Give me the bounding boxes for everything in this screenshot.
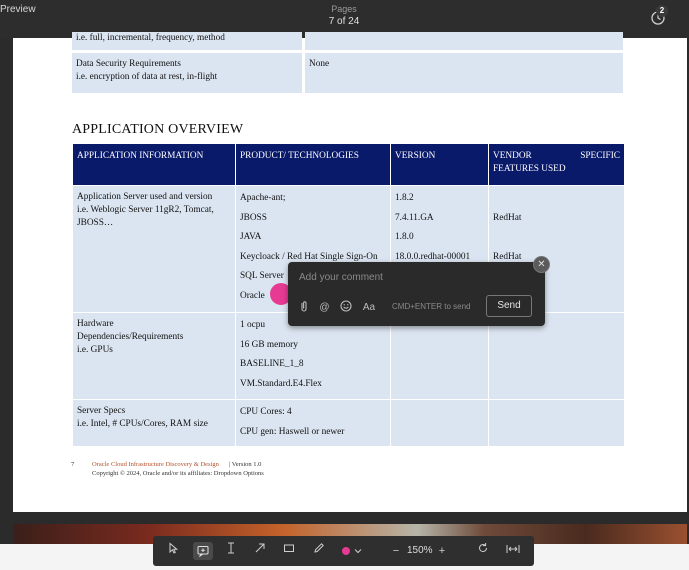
section-title: APPLICATION OVERVIEW [72, 122, 244, 137]
mention-icon[interactable]: @ [318, 302, 331, 313]
pen-tool-icon[interactable] [311, 542, 327, 560]
rotate-icon[interactable] [475, 542, 491, 560]
table-cell: Data Security Requirements i.e. encrypti… [72, 53, 302, 93]
markup-toolbar: − 150% + [153, 536, 534, 566]
vendor-item: RedHat [493, 212, 522, 223]
table-cell: Server Specs i.e. Intel, # CPUs/Cores, R… [73, 400, 235, 446]
comment-input[interactable] [299, 272, 499, 283]
footer-copyright: Copyright © 2024, Oracle and/or its affi… [92, 470, 264, 477]
clipped-row-label: i.e. full, incremental, frequency, metho… [76, 33, 225, 43]
row-sublabel: i.e. Weblogic Server 11gR2, Tomcat, [77, 205, 214, 215]
footer-version: | Version 1.0 [229, 461, 262, 468]
product-item: 16 GB memory [240, 339, 298, 350]
version-item: 1.8.0 [395, 232, 414, 243]
header-label: SPECIFIC [580, 151, 620, 161]
zoom-in-icon[interactable]: + [435, 542, 449, 560]
close-icon[interactable]: ✕ [533, 256, 550, 273]
send-button[interactable]: Send [486, 295, 532, 317]
product-item: BASELINE_1_8 [240, 359, 304, 370]
product-item: JAVA [240, 232, 262, 243]
comment-popup: @ Aa CMD+ENTER to send Send [288, 262, 545, 326]
table-cell: CPU Cores: 4 CPU gen: Haswell or newer [236, 400, 390, 446]
table-cell: None [305, 53, 623, 93]
row-label: Server Specs [77, 406, 126, 416]
chevron-down-icon[interactable] [352, 542, 364, 560]
color-picker-swatch[interactable] [342, 547, 350, 555]
page-number: 7 [71, 461, 75, 468]
table-cell: Hardware Dependencies/Requirements i.e. … [73, 313, 235, 399]
table-cell: Application Server used and version i.e.… [73, 186, 235, 312]
history-count-badge: 2 [656, 5, 668, 17]
footer-doc-title: Oracle Cloud Infrastructure Discovery & … [92, 461, 219, 468]
comment-tool-icon[interactable] [193, 542, 213, 560]
table-cell [391, 400, 488, 446]
row-sublabel: i.e. Intel, # CPUs/Cores, RAM size [77, 419, 208, 429]
column-header: VERSION [391, 144, 488, 185]
column-header: VENDOR SPECIFIC FEATURES USED [489, 144, 624, 185]
text-cursor-icon[interactable] [223, 542, 239, 560]
version-history-button[interactable]: 2 [648, 5, 670, 26]
row-label: Application Server used and version [77, 192, 213, 202]
version-item: 1.8.2 [395, 193, 414, 203]
security-sublabel: i.e. encryption of data at rest, in-flig… [76, 72, 218, 82]
product-item: Apache-ant; [240, 193, 286, 203]
product-item: CPU Cores: 4 [240, 407, 292, 417]
page-indicator[interactable]: Pages 7 of 24 [294, 4, 394, 27]
header-label: PRODUCT/ TECHNOLOGIES [240, 151, 359, 161]
version-item: 7.4.11.GA [395, 212, 434, 223]
row-sublabel: JBOSS… [77, 218, 114, 228]
header-label: FEATURES USED [493, 164, 566, 174]
product-item: CPU gen: Haswell or newer [240, 426, 345, 437]
header-label: VERSION [395, 151, 436, 161]
select-tool-icon[interactable] [165, 542, 181, 560]
fit-width-icon[interactable] [504, 542, 522, 560]
header-label: APPLICATION INFORMATION [77, 151, 204, 161]
product-item: VM.Standard.E4.Flex [240, 378, 322, 389]
table-cell: i.e. full, incremental, frequency, metho… [72, 32, 302, 50]
row-label: Dependencies/Requirements [77, 332, 184, 342]
zoom-level: 150% [407, 545, 433, 556]
page-counter: 7 of 24 [328, 16, 360, 27]
column-header: PRODUCT/ TECHNOLOGIES [236, 144, 390, 185]
arrow-tool-icon[interactable] [252, 542, 268, 560]
security-label: Data Security Requirements [76, 59, 181, 69]
pages-label: Pages [331, 4, 357, 14]
table-cell [305, 32, 623, 50]
rectangle-tool-icon[interactable] [281, 542, 297, 560]
row-label: Hardware [77, 319, 114, 329]
send-shortcut-hint: CMD+ENTER to send [392, 302, 471, 311]
row-sublabel: i.e. GPUs [77, 345, 113, 355]
header-label: VENDOR [493, 151, 532, 161]
table-cell [489, 400, 624, 446]
app-title: Preview [0, 4, 36, 15]
zoom-out-icon[interactable]: − [389, 542, 403, 560]
comment-tools: @ Aa [297, 300, 378, 315]
security-value: None [309, 59, 330, 69]
emoji-icon[interactable] [339, 300, 352, 315]
text-format-icon[interactable]: Aa [360, 302, 378, 313]
product-item: JBOSS [240, 212, 267, 223]
column-header: APPLICATION INFORMATION [73, 144, 235, 185]
attachment-icon[interactable] [297, 300, 310, 315]
